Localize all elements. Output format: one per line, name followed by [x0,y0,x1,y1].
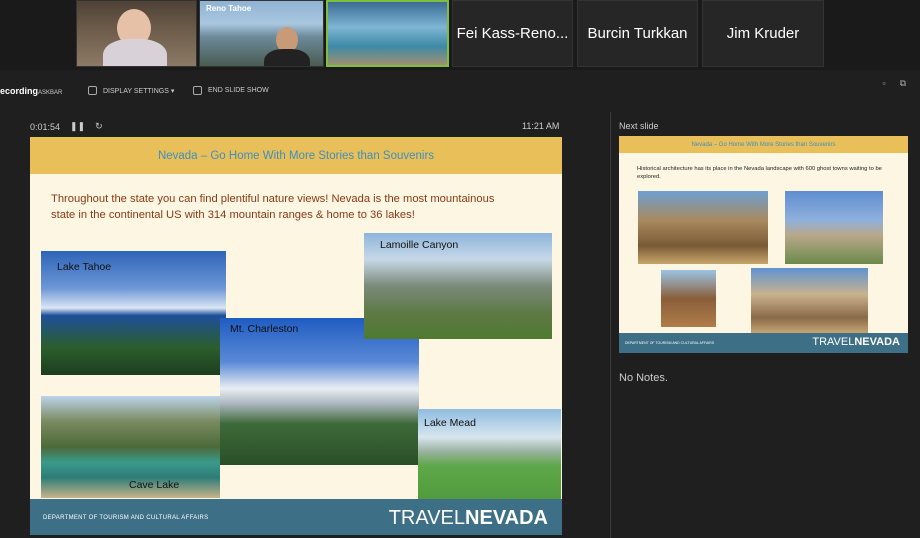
footer-department: DEPARTMENT OF TOURISM AND CULTURAL AFFAI… [43,515,209,521]
slide-body-text: Throughout the state you can find plenti… [51,193,495,221]
mt-charleston-photo: Mt. Charleston [220,318,419,465]
display-settings-button[interactable]: DISPLAY SETTINGS ▾ [88,86,174,95]
pioneer-saloon-photo [751,268,868,334]
lake-tahoe-photo: Lake Tahoe [41,251,226,375]
next-slide-body: Historical architecture has its place in… [637,166,882,180]
lake-mead-photo: Lake Mead [418,409,561,503]
ruins-photo [785,191,883,264]
window-controls: ▫ ⧉ [882,78,906,89]
speaker-notes: No Notes. [619,372,668,384]
recording-indicator: ecordingASKBAR [0,86,63,96]
next-slide-label: Next slide [619,121,659,131]
travel-nevada-logo: TRAVELNEVADA [388,507,548,529]
photo-caption: Cave Lake [129,479,180,491]
minimize-icon[interactable]: ▫ [882,78,885,89]
end-show-icon [193,86,202,95]
ghost-town-photo [638,191,768,264]
display-settings-icon [88,86,97,95]
slide-timer: 0:01:54 ❚❚ ↻ [30,121,103,132]
participant-shoulders [103,39,167,66]
current-time: 11:21 AM [522,121,560,131]
photo-caption: Lake Tahoe [57,261,112,273]
pause-icon[interactable]: ❚❚ [70,121,85,132]
end-slide-show-button[interactable]: END SLIDE SHOW [193,86,269,95]
participant-video-2[interactable]: Reno Tahoe [199,0,324,67]
presenter-toolbar: ecordingASKBAR DISPLAY SETTINGS ▾ END SL… [0,78,920,104]
next-slide-title: Nevada – Go Home With More Stories than … [619,136,908,153]
photo-caption: Lake Mead [424,417,476,429]
reno-tahoe-logo: Reno Tahoe [206,4,252,13]
photo-caption: Lamoille Canyon [380,239,459,251]
restore-icon[interactable]: ⧉ [900,78,906,89]
cave-lake-photo: Cave Lake [41,396,220,498]
current-slide[interactable]: Nevada – Go Home With More Stories than … [30,137,562,535]
participant-name-tile[interactable]: Fei Kass-Reno... [452,0,573,67]
mine-photo [661,270,716,327]
participant-video-3[interactable] [326,0,449,67]
elapsed-time: 0:01:54 [30,121,61,132]
slide-footer: DEPARTMENT OF TOURISM AND CULTURAL AFFAI… [30,499,562,535]
travel-nevada-logo: TRAVELNEVADA [812,336,900,348]
footer-department: DEPARTMENT OF TOURISM AND CULTURAL AFFAI… [625,341,715,345]
slide-title: Nevada – Go Home With More Stories than … [30,137,562,174]
participant-video-1[interactable] [76,0,197,67]
next-slide-preview[interactable]: Nevada – Go Home With More Stories than … [619,136,908,353]
presenter-view: Reno Tahoe Fei Kass-Reno... Burcin Turkk… [0,0,920,538]
reset-timer-icon[interactable]: ↻ [95,121,103,132]
participant-strip: Reno Tahoe Fei Kass-Reno... Burcin Turkk… [0,0,920,70]
participant-name-tile[interactable]: Burcin Turkkan [577,0,698,67]
participant-shoulders [264,49,310,66]
lamoille-canyon-photo: Lamoille Canyon [364,233,552,339]
participant-name-tile[interactable]: Jim Kruder [702,0,824,67]
next-slide-footer: DEPARTMENT OF TOURISM AND CULTURAL AFFAI… [619,333,908,353]
pane-divider[interactable] [610,112,611,538]
photo-caption: Mt. Charleston [230,323,299,335]
